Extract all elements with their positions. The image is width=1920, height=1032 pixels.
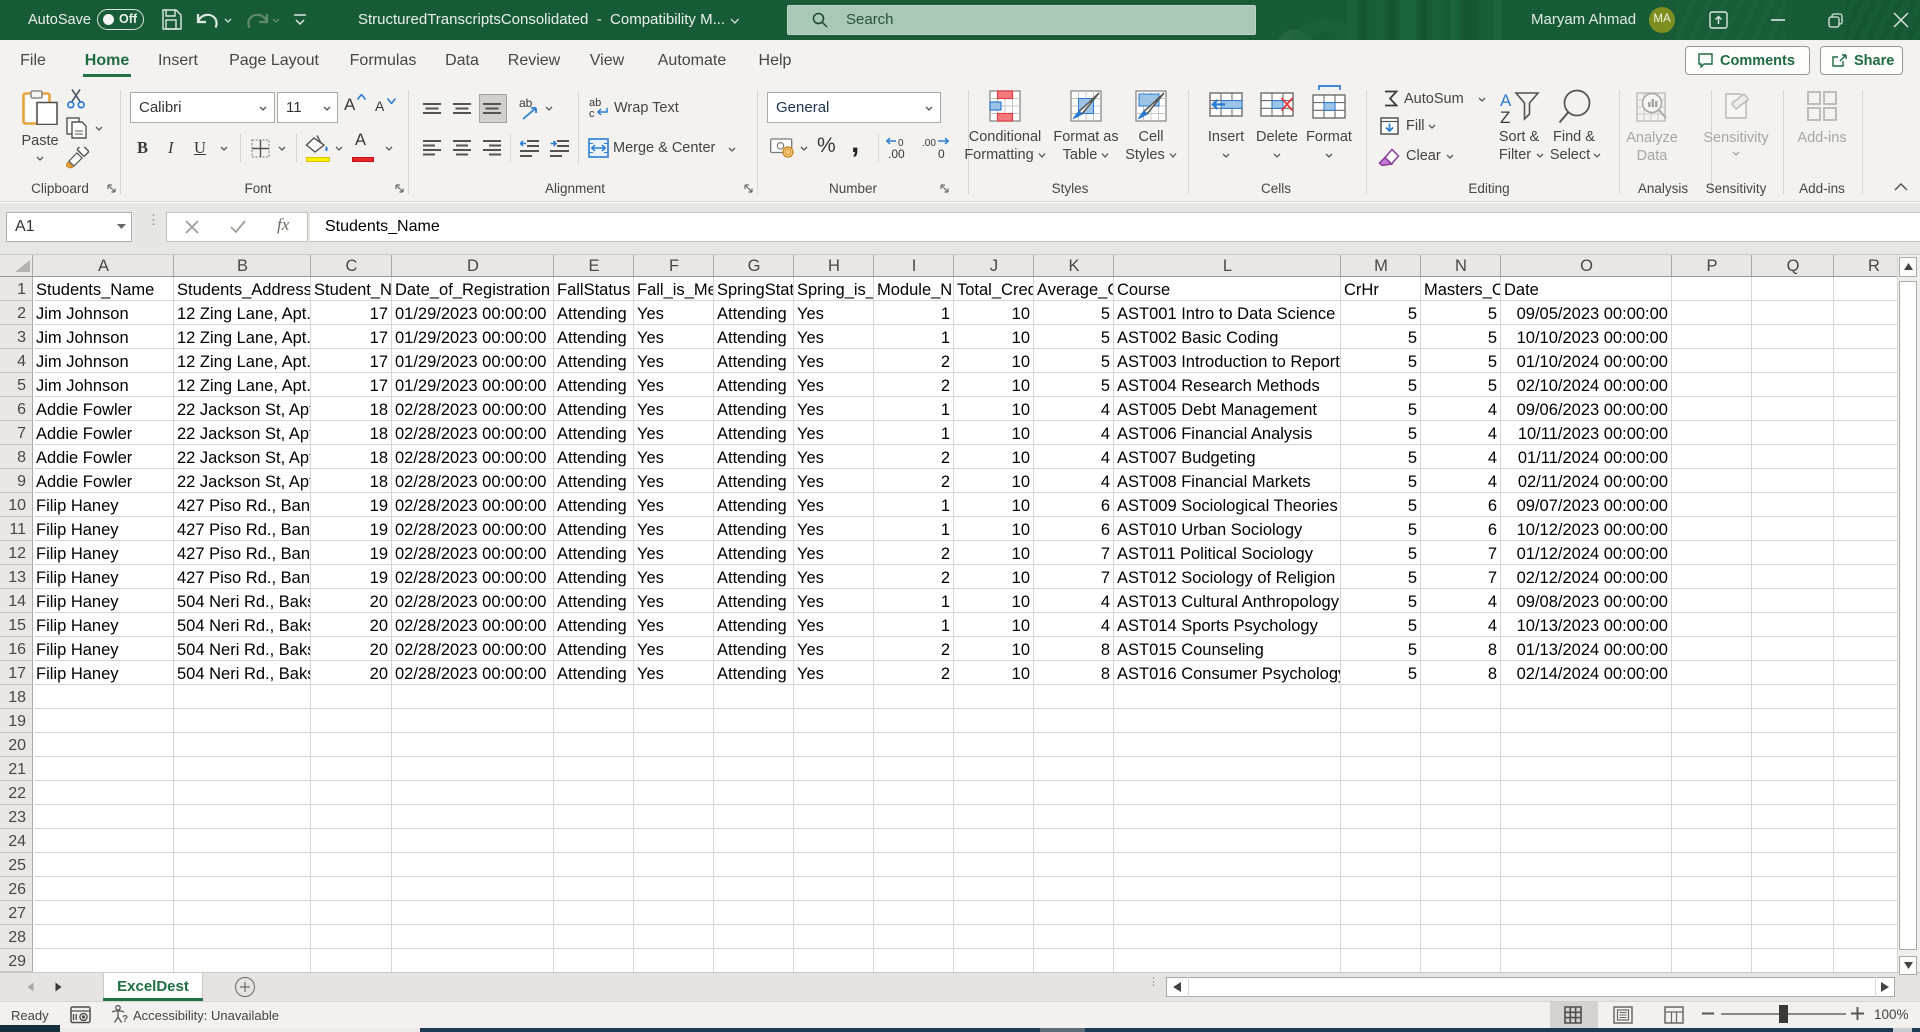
svg-text:?: ? <box>122 1014 128 1024</box>
svg-text:c: c <box>589 108 595 119</box>
svg-text:Z: Z <box>1500 108 1510 124</box>
